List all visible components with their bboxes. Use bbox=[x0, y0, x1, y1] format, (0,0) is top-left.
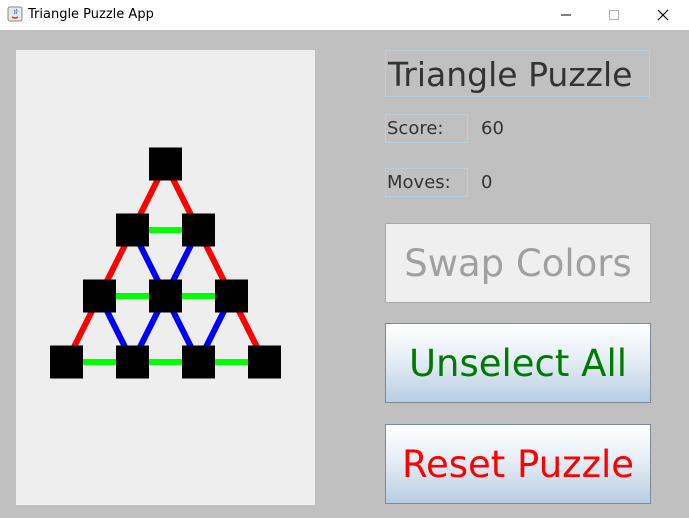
puzzle-node[interactable] bbox=[116, 345, 149, 379]
moves-label: Moves: bbox=[385, 168, 468, 197]
score-value: 60 bbox=[481, 118, 504, 139]
maximize-icon bbox=[609, 10, 619, 20]
window-title: Triangle Puzzle App bbox=[28, 7, 154, 22]
puzzle-node[interactable] bbox=[182, 213, 215, 247]
puzzle-node[interactable] bbox=[149, 147, 182, 181]
puzzle-node[interactable] bbox=[248, 345, 281, 379]
score-label: Score: bbox=[385, 114, 468, 143]
puzzle-node[interactable] bbox=[83, 279, 116, 313]
maximize-button[interactable] bbox=[591, 0, 637, 30]
unselect-all-button[interactable]: Unselect All bbox=[385, 323, 651, 403]
puzzle-node[interactable] bbox=[50, 345, 83, 379]
close-button[interactable] bbox=[640, 0, 686, 30]
minimize-icon bbox=[561, 14, 571, 16]
minimize-button[interactable] bbox=[543, 0, 589, 30]
java-app-icon bbox=[7, 6, 23, 22]
puzzle-title: Triangle Puzzle bbox=[385, 50, 650, 97]
swap-colors-button[interactable]: Swap Colors bbox=[385, 223, 651, 303]
moves-value: 0 bbox=[481, 172, 493, 193]
puzzle-node[interactable] bbox=[182, 345, 215, 379]
reset-puzzle-button[interactable]: Reset Puzzle bbox=[385, 424, 651, 504]
puzzle-board[interactable] bbox=[16, 50, 315, 505]
triangle-graph bbox=[50, 147, 281, 379]
title-bar: Triangle Puzzle App bbox=[0, 0, 689, 30]
puzzle-node[interactable] bbox=[215, 279, 248, 313]
puzzle-node[interactable] bbox=[149, 279, 182, 313]
puzzle-node[interactable] bbox=[116, 213, 149, 247]
close-icon bbox=[657, 9, 669, 21]
